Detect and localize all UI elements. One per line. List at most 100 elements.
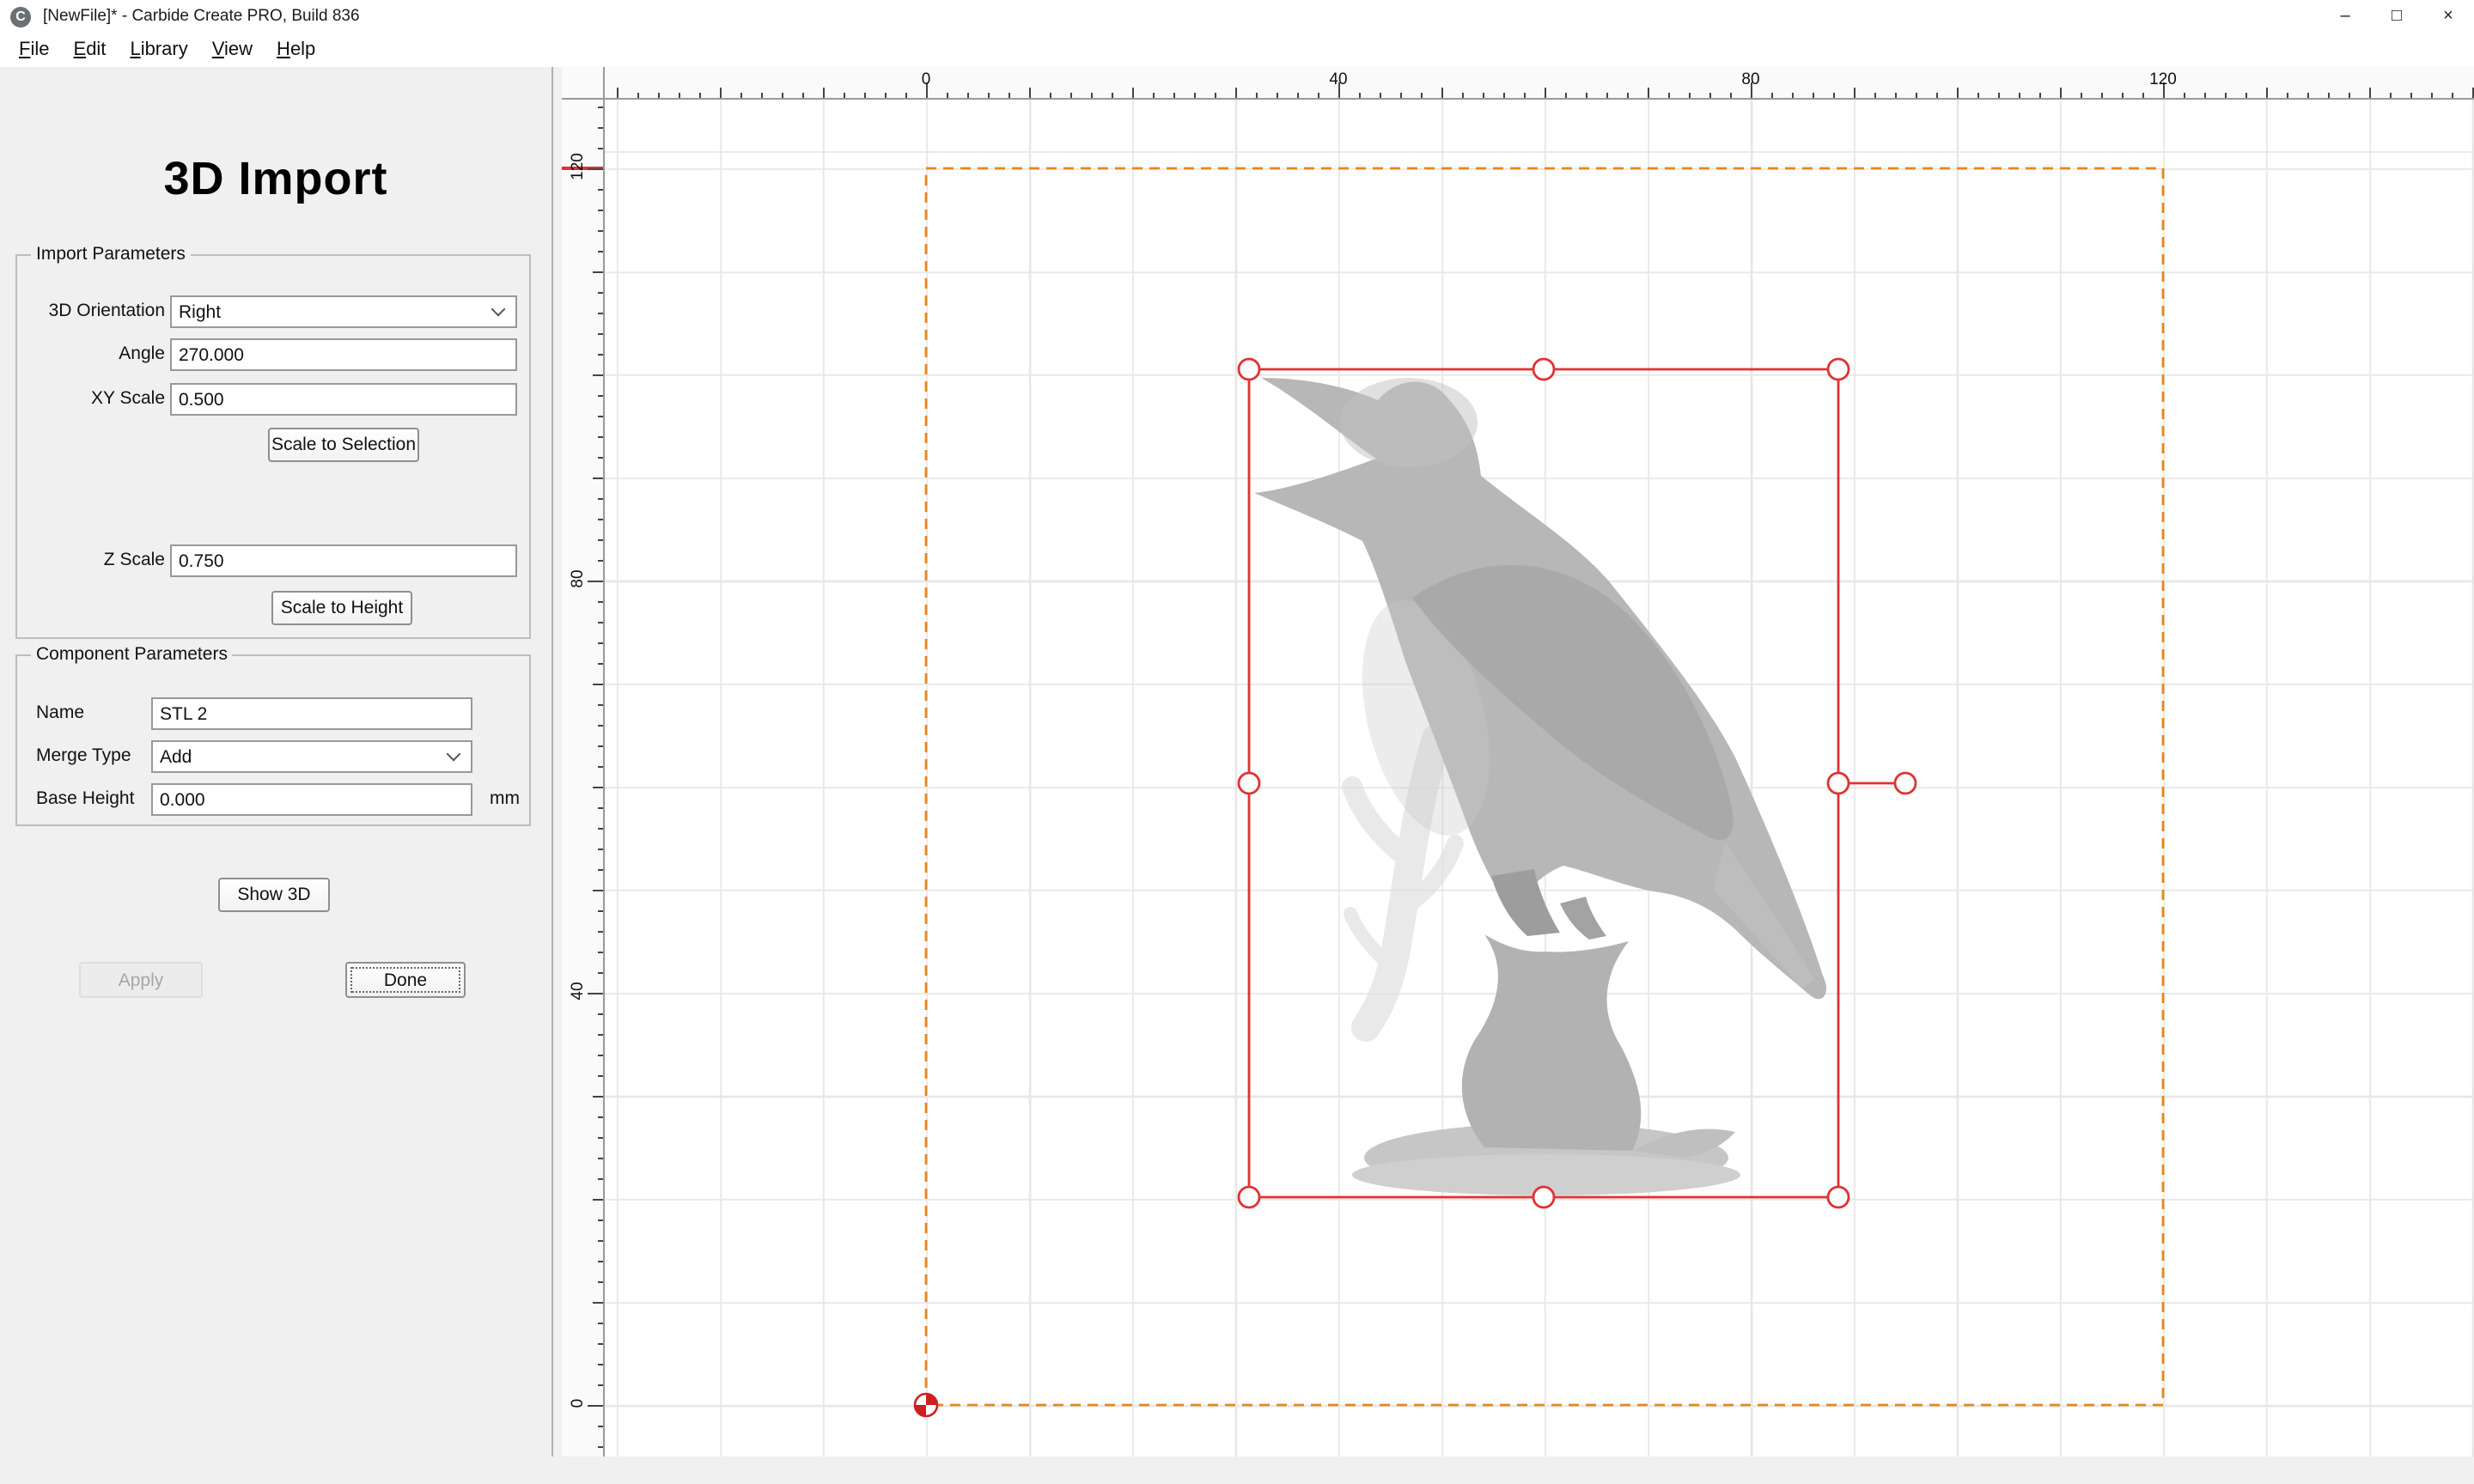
ruler-tick	[597, 1426, 603, 1427]
selection-handle-s[interactable]	[1533, 1187, 1554, 1207]
ruler-tick	[2184, 92, 2185, 98]
merge-type-label: Merge Type	[36, 740, 131, 773]
scale-to-selection-button[interactable]: Scale to Selection	[268, 428, 419, 462]
ruler-tick	[597, 436, 603, 438]
angle-label: Angle	[21, 338, 165, 371]
bird-feet	[1491, 869, 1560, 936]
ruler-tick	[1916, 92, 1917, 98]
ruler-tick	[597, 1158, 603, 1159]
selection-handle-sw[interactable]	[1239, 1187, 1259, 1207]
ruler-tick	[2225, 92, 2227, 98]
z-scale-label: Z Scale	[21, 544, 165, 577]
done-button[interactable]: Done	[345, 962, 466, 998]
ruler-tick	[1648, 88, 1649, 98]
close-button[interactable]: ×	[2422, 0, 2474, 33]
ruler-tick	[637, 92, 639, 98]
ruler-tick	[2266, 88, 2268, 98]
close-icon: ×	[2443, 7, 2453, 26]
ruler-tick	[597, 210, 603, 211]
ruler-tick	[1813, 92, 1814, 98]
rotation-handle[interactable]	[1895, 773, 1916, 794]
selection-handle-nw[interactable]	[1239, 359, 1259, 380]
ruler-tick	[597, 189, 603, 191]
ruler-tick	[1586, 92, 1587, 98]
ruler-tick	[597, 828, 603, 830]
menu-help[interactable]: Help	[265, 36, 327, 64]
ruler-tick	[740, 92, 742, 98]
ruler-tick	[1668, 92, 1670, 98]
ruler-tick	[2431, 92, 2433, 98]
titlebar: [NewFile]* - Carbide Create PRO, Build 8…	[0, 0, 2474, 33]
ruler-tick	[597, 1281, 603, 1283]
ruler-tick	[597, 663, 603, 665]
selection-handle-w[interactable]	[1239, 773, 1259, 794]
ruler-tick	[597, 622, 603, 623]
ruler-left: 12080400	[562, 100, 605, 1457]
ruler-tick	[2287, 92, 2288, 98]
selection-handle-e[interactable]	[1828, 773, 1849, 794]
ruler-tick	[597, 972, 603, 974]
bottom-strip	[0, 1457, 2474, 1484]
screen: [NewFile]* - Carbide Create PRO, Build 8…	[0, 0, 2474, 1484]
angle-input[interactable]	[170, 338, 517, 371]
ruler-tick	[1874, 92, 1876, 98]
selection-handle-n[interactable]	[1533, 359, 1554, 380]
ruler-tick	[597, 952, 603, 953]
ruler-tick	[597, 1261, 603, 1262]
ruler-tick	[597, 725, 603, 727]
ruler-tick	[864, 92, 866, 98]
bird-heightmap[interactable]	[1254, 378, 1826, 1195]
ruler-tick	[593, 374, 603, 376]
ruler-tick	[1050, 92, 1051, 98]
selection-handle-ne[interactable]	[1828, 359, 1849, 380]
ruler-tick	[597, 498, 603, 500]
design-canvas[interactable]	[605, 100, 2474, 1457]
ruler-tick	[1730, 92, 1732, 98]
ruler-tick	[597, 1137, 603, 1139]
ruler-tick	[597, 745, 603, 747]
ruler-tick	[1689, 92, 1691, 98]
z-scale-input[interactable]	[170, 544, 517, 577]
maximize-button[interactable]: □	[2371, 0, 2422, 33]
xy-scale-input[interactable]	[170, 383, 517, 416]
ruler-tick	[1503, 92, 1505, 98]
ruler-tick	[597, 1178, 603, 1180]
ruler-tick	[1709, 92, 1711, 98]
ruler-tick	[988, 92, 990, 98]
ruler-tick	[597, 539, 603, 541]
ruler-tick	[2307, 92, 2309, 98]
ruler-tick	[802, 92, 804, 98]
ruler-tick	[588, 993, 603, 994]
ruler-tick	[597, 416, 603, 417]
show-3d-button[interactable]: Show 3D	[218, 878, 330, 912]
ruler-tick	[1421, 92, 1423, 98]
orientation-dropdown[interactable]: Right	[170, 295, 517, 328]
ruler-tick	[597, 910, 603, 912]
ruler-label: 80	[1741, 70, 1759, 89]
ruler-label: 0	[569, 1386, 589, 1420]
scale-to-height-button[interactable]: Scale to Height	[271, 591, 412, 625]
carbide-create-logo-icon[interactable]	[10, 6, 31, 27]
minimize-icon: –	[2340, 7, 2349, 26]
menu-library[interactable]: Library	[118, 36, 199, 64]
menu-file[interactable]: File	[7, 36, 62, 64]
menu-edit[interactable]: Edit	[62, 36, 119, 64]
ruler-tick	[1008, 92, 1010, 98]
ruler-tick	[2410, 92, 2412, 98]
name-input[interactable]	[151, 697, 472, 730]
ruler-tick	[2349, 92, 2350, 98]
ruler-tick	[1854, 88, 1855, 98]
ruler-tick	[597, 766, 603, 768]
import-parameters-legend: Import Parameters	[31, 244, 191, 265]
base-height-input[interactable]	[151, 783, 472, 816]
merge-type-dropdown[interactable]: Add	[151, 740, 472, 773]
ruler-tick	[1524, 92, 1526, 98]
apply-button[interactable]: Apply	[79, 962, 203, 998]
ruler-tick	[597, 354, 603, 356]
minimize-button[interactable]: –	[2319, 0, 2371, 33]
selection-handle-se[interactable]	[1828, 1187, 1849, 1207]
chevron-down-icon	[447, 747, 461, 762]
component-parameters-group: Component Parameters Name Merge Type Add…	[15, 654, 531, 826]
ruler-tick	[1400, 92, 1402, 98]
menu-view[interactable]: View	[200, 36, 265, 64]
